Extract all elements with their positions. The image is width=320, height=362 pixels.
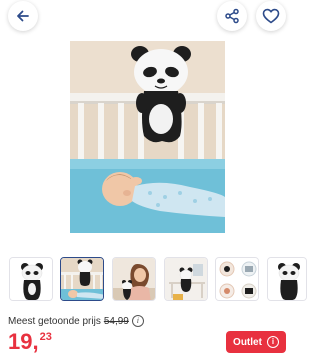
thumbnail-girl-with-panda[interactable] (112, 257, 156, 301)
thumbnail-panda-crib-baby[interactable] (60, 257, 104, 301)
back-button[interactable] (8, 1, 38, 31)
lowest-price-label: Meest getoonde prijs (8, 315, 101, 327)
thumbnail-strip (0, 257, 307, 303)
share-icon (225, 8, 239, 24)
favorite-button[interactable] (256, 1, 286, 31)
lowest-price-row: Meest getoonde prijs 54,99 i (8, 315, 144, 327)
thumbnail-product-detail-collage[interactable] (215, 257, 259, 301)
info-icon[interactable]: i (131, 315, 144, 327)
current-price: 19, 23 (8, 331, 52, 353)
outlet-info-icon: i (266, 336, 279, 348)
thumbnail-panda-in-room[interactable] (164, 257, 208, 301)
price-decimal: 23 (39, 331, 52, 343)
outlet-badge[interactable]: Outlet i (226, 331, 286, 353)
product-main-image[interactable] (70, 41, 225, 233)
price-integer: 19, (8, 329, 39, 354)
outlet-label: Outlet (233, 336, 262, 348)
share-button[interactable] (217, 1, 247, 31)
heart-icon (262, 8, 280, 24)
thumbnail-panda-plush-partial[interactable] (267, 257, 307, 301)
arrow-left-icon (17, 10, 29, 22)
thumbnail-panda-plush[interactable] (9, 257, 53, 301)
lowest-price-value: 54,99 (103, 315, 129, 327)
